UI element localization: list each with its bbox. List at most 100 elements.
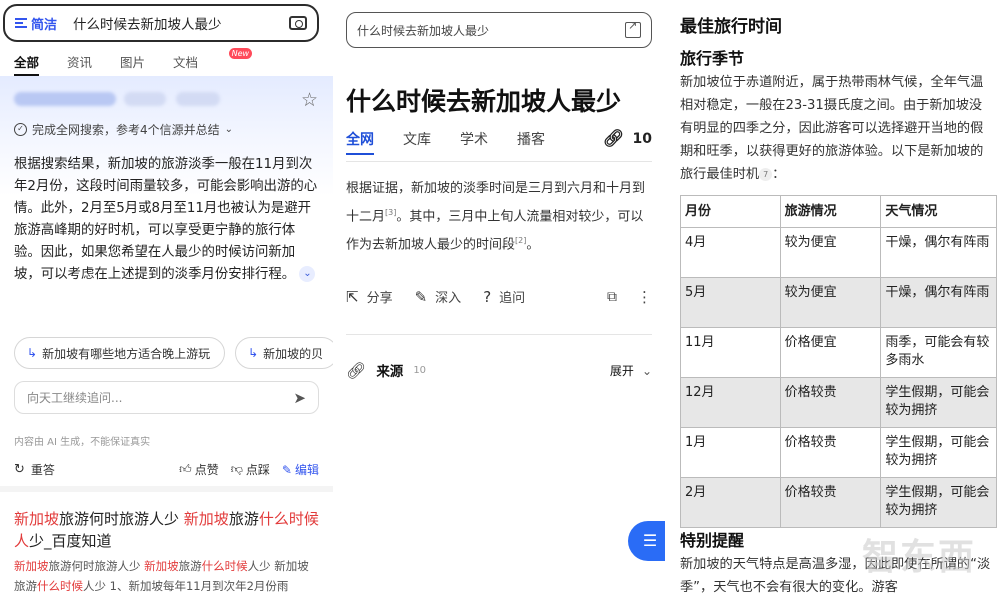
thumbs-up-icon: 👍︎ — [179, 462, 192, 476]
ai-answer-card: ☆ ✓ 完成全网搜索，参考4个信源并总结 ⌄ 根据搜索结果，新加坡的旅游淡季一般… — [0, 76, 333, 486]
table-cell: 干燥，偶尔有阵雨 — [880, 277, 997, 328]
camera-icon[interactable] — [289, 16, 307, 30]
star-icon[interactable]: ☆ — [301, 89, 318, 111]
copy-icon[interactable]: ⧉ — [607, 289, 617, 305]
tab-docs[interactable]: 文档 New — [173, 48, 253, 71]
divider — [346, 161, 652, 162]
retry-label: 重答 — [30, 463, 55, 477]
follow-up-button[interactable]: ? 追问 — [483, 287, 526, 307]
table-cell: 价格较贵 — [779, 427, 882, 478]
search-input[interactable]: 什么时候去新加坡人最少 — [73, 13, 289, 33]
related-question-chip[interactable]: ↳ 新加坡的贝 — [235, 337, 333, 369]
source-tabs: 全网 文库 学术 播客 🔗︎ 10 — [346, 129, 652, 155]
new-badge: New — [228, 48, 253, 59]
chip-label: 新加坡的贝 — [263, 346, 324, 361]
table-cell: 2月 — [680, 477, 781, 528]
link-count-value: 10 — [632, 131, 652, 147]
related-question-chip[interactable]: ↳ 新加坡有哪些地方适合晚上游玩 — [14, 337, 226, 369]
answer-actions: ⇱ 分享 ✎ 深入 ? 追问 ⧉ ⋮ — [346, 287, 652, 307]
dislike-button[interactable]: 👎︎ 点踩 — [231, 461, 270, 478]
open-external-icon[interactable] — [625, 19, 641, 38]
subsection-heading: 特别提醒 — [680, 531, 745, 550]
like-button[interactable]: 👍︎ 点赞 — [179, 461, 219, 478]
divider — [346, 334, 652, 335]
follow-up-placeholder: 向天工继续追问... — [27, 391, 123, 405]
tab-web[interactable]: 全网 — [346, 129, 374, 155]
highlighted-keyword: 新加坡 — [14, 559, 49, 573]
chevron-down-icon: ⌄ — [641, 363, 652, 378]
blurred-source-label — [124, 92, 166, 106]
result-text: 少_百度知道 — [29, 532, 112, 550]
edit-icon: ✎ — [281, 462, 292, 477]
tab-all[interactable]: 全部 — [14, 52, 40, 76]
citation[interactable]: [2] — [515, 236, 526, 245]
highlighted-keyword: 什么时候 — [37, 579, 83, 593]
arrow-icon: ↳ — [248, 346, 259, 360]
link-icon: 🔗︎ — [346, 360, 367, 380]
search-result-title[interactable]: 新加坡旅游何时旅游人少 新加坡旅游什么时候人少_百度知道 — [14, 508, 320, 552]
season-paragraph: 新加坡位于赤道附近，属于热带雨林气候，全年气温相对稳定，一般在23-31摄氏度之… — [680, 71, 992, 186]
expand-sources-button[interactable]: 展开 ⌄ — [610, 362, 652, 379]
citation[interactable]: [3] — [385, 208, 396, 217]
follow-up-label: 追问 — [499, 291, 526, 306]
link-count[interactable]: 🔗︎ 10 — [603, 129, 652, 149]
more-icon[interactable]: ⋮ — [637, 288, 652, 306]
like-label: 点赞 — [194, 463, 219, 477]
check-icon: ✓ — [14, 123, 27, 136]
share-button[interactable]: ⇱ 分享 — [346, 287, 393, 307]
deep-dive-button[interactable]: ✎ 深入 — [414, 287, 462, 307]
filter-toggle[interactable]: 简洁 — [15, 14, 57, 33]
tab-news[interactable]: 资讯 — [67, 52, 92, 71]
expand-label: 展开 — [609, 363, 634, 378]
citation-badge[interactable]: 7 — [759, 167, 773, 181]
send-icon[interactable]: ➤ — [293, 389, 306, 407]
travel-guide-panel: 最佳旅行时间 旅行季节 新加坡位于赤道附近，属于热带雨林气候，全年气温相对稳定，… — [665, 0, 1000, 599]
tab-podcast[interactable]: 播客 — [517, 129, 545, 149]
dislike-label: 点踩 — [245, 463, 270, 477]
related-questions: ↳ 新加坡有哪些地方适合晚上游玩 ↳ 新加坡的贝 — [14, 337, 333, 369]
blurred-source-label — [14, 92, 116, 106]
table-cell: 价格较贵 — [779, 377, 882, 428]
ai-disclaimer: 内容由 AI 生成，不能保证真实 — [14, 437, 151, 448]
list-menu-button[interactable]: ☰ — [628, 521, 665, 561]
table-cell: 学生假期，可能会较为拥挤 — [880, 477, 997, 528]
search-bar[interactable]: 什么时候去新加坡人最少 — [346, 12, 652, 48]
share-label: 分享 — [366, 291, 393, 306]
edit-label: 编辑 — [294, 463, 319, 477]
result-text: 人少 1、新加坡每年11月到次年2月份雨 — [83, 579, 289, 593]
retry-button[interactable]: ↻ 重答 — [14, 461, 55, 478]
divider — [0, 486, 333, 492]
search-bar[interactable]: 简洁 什么时候去新加坡人最少 — [3, 4, 319, 42]
search-results-panel: 简洁 什么时候去新加坡人最少 全部 资讯 图片 文档 New ☆ ✓ 完成全网搜索… — [0, 0, 333, 599]
table-row: 2月 价格较贵 学生假期，可能会较为拥挤 — [680, 477, 997, 528]
table-cell: 1月 — [680, 427, 781, 478]
table-cell: 学生假期，可能会较为拥挤 — [880, 377, 997, 428]
tab-library[interactable]: 文库 — [403, 129, 431, 149]
expand-chevron-icon[interactable]: ⌄ — [299, 266, 316, 282]
thumbs-down-icon: 👎︎ — [230, 462, 243, 476]
answer-actions: ↻ 重答 👍︎ 点赞 👎︎ 点踩 ✎ 编辑 — [14, 461, 319, 478]
table-cell: 11月 — [680, 327, 781, 378]
search-summary-note[interactable]: ✓ 完成全网搜索，参考4个信源并总结 ⌄ — [14, 121, 233, 138]
highlighted-keyword: 新加坡 — [144, 559, 179, 573]
page-title: 什么时候去新加坡人最少 — [346, 87, 622, 116]
table-cell: 4月 — [680, 227, 781, 278]
tab-academic[interactable]: 学术 — [460, 129, 488, 149]
table-cell: 12月 — [680, 377, 781, 428]
follow-up-input[interactable]: 向天工继续追问... ➤ — [14, 381, 319, 414]
highlighted-keyword: 新加坡 — [14, 510, 60, 528]
pen-icon: ✎ — [414, 287, 428, 306]
table-cell: 干燥，偶尔有阵雨 — [880, 227, 997, 278]
table-cell: 5月 — [680, 277, 781, 328]
tab-images[interactable]: 图片 — [120, 52, 145, 71]
table-cell: 较为便宜 — [779, 227, 882, 278]
edit-button[interactable]: ✎ 编辑 — [282, 461, 319, 478]
table-header-row: 月份 旅游情况 天气情况 — [680, 195, 997, 228]
sources-header: 🔗︎ 来源 10 展开 ⌄ — [346, 360, 652, 381]
filter-label: 简洁 — [31, 17, 58, 33]
column-header: 旅游情况 — [779, 195, 882, 228]
sources-count: 10 — [413, 364, 427, 376]
refresh-icon: ↻ — [14, 462, 25, 477]
answer-body: 根据搜索结果，新加坡的旅游淡季一般在11月到次年2月份，这段时间雨量较多，可能会… — [14, 157, 318, 282]
chevron-down-icon: ⌄ — [224, 124, 234, 135]
